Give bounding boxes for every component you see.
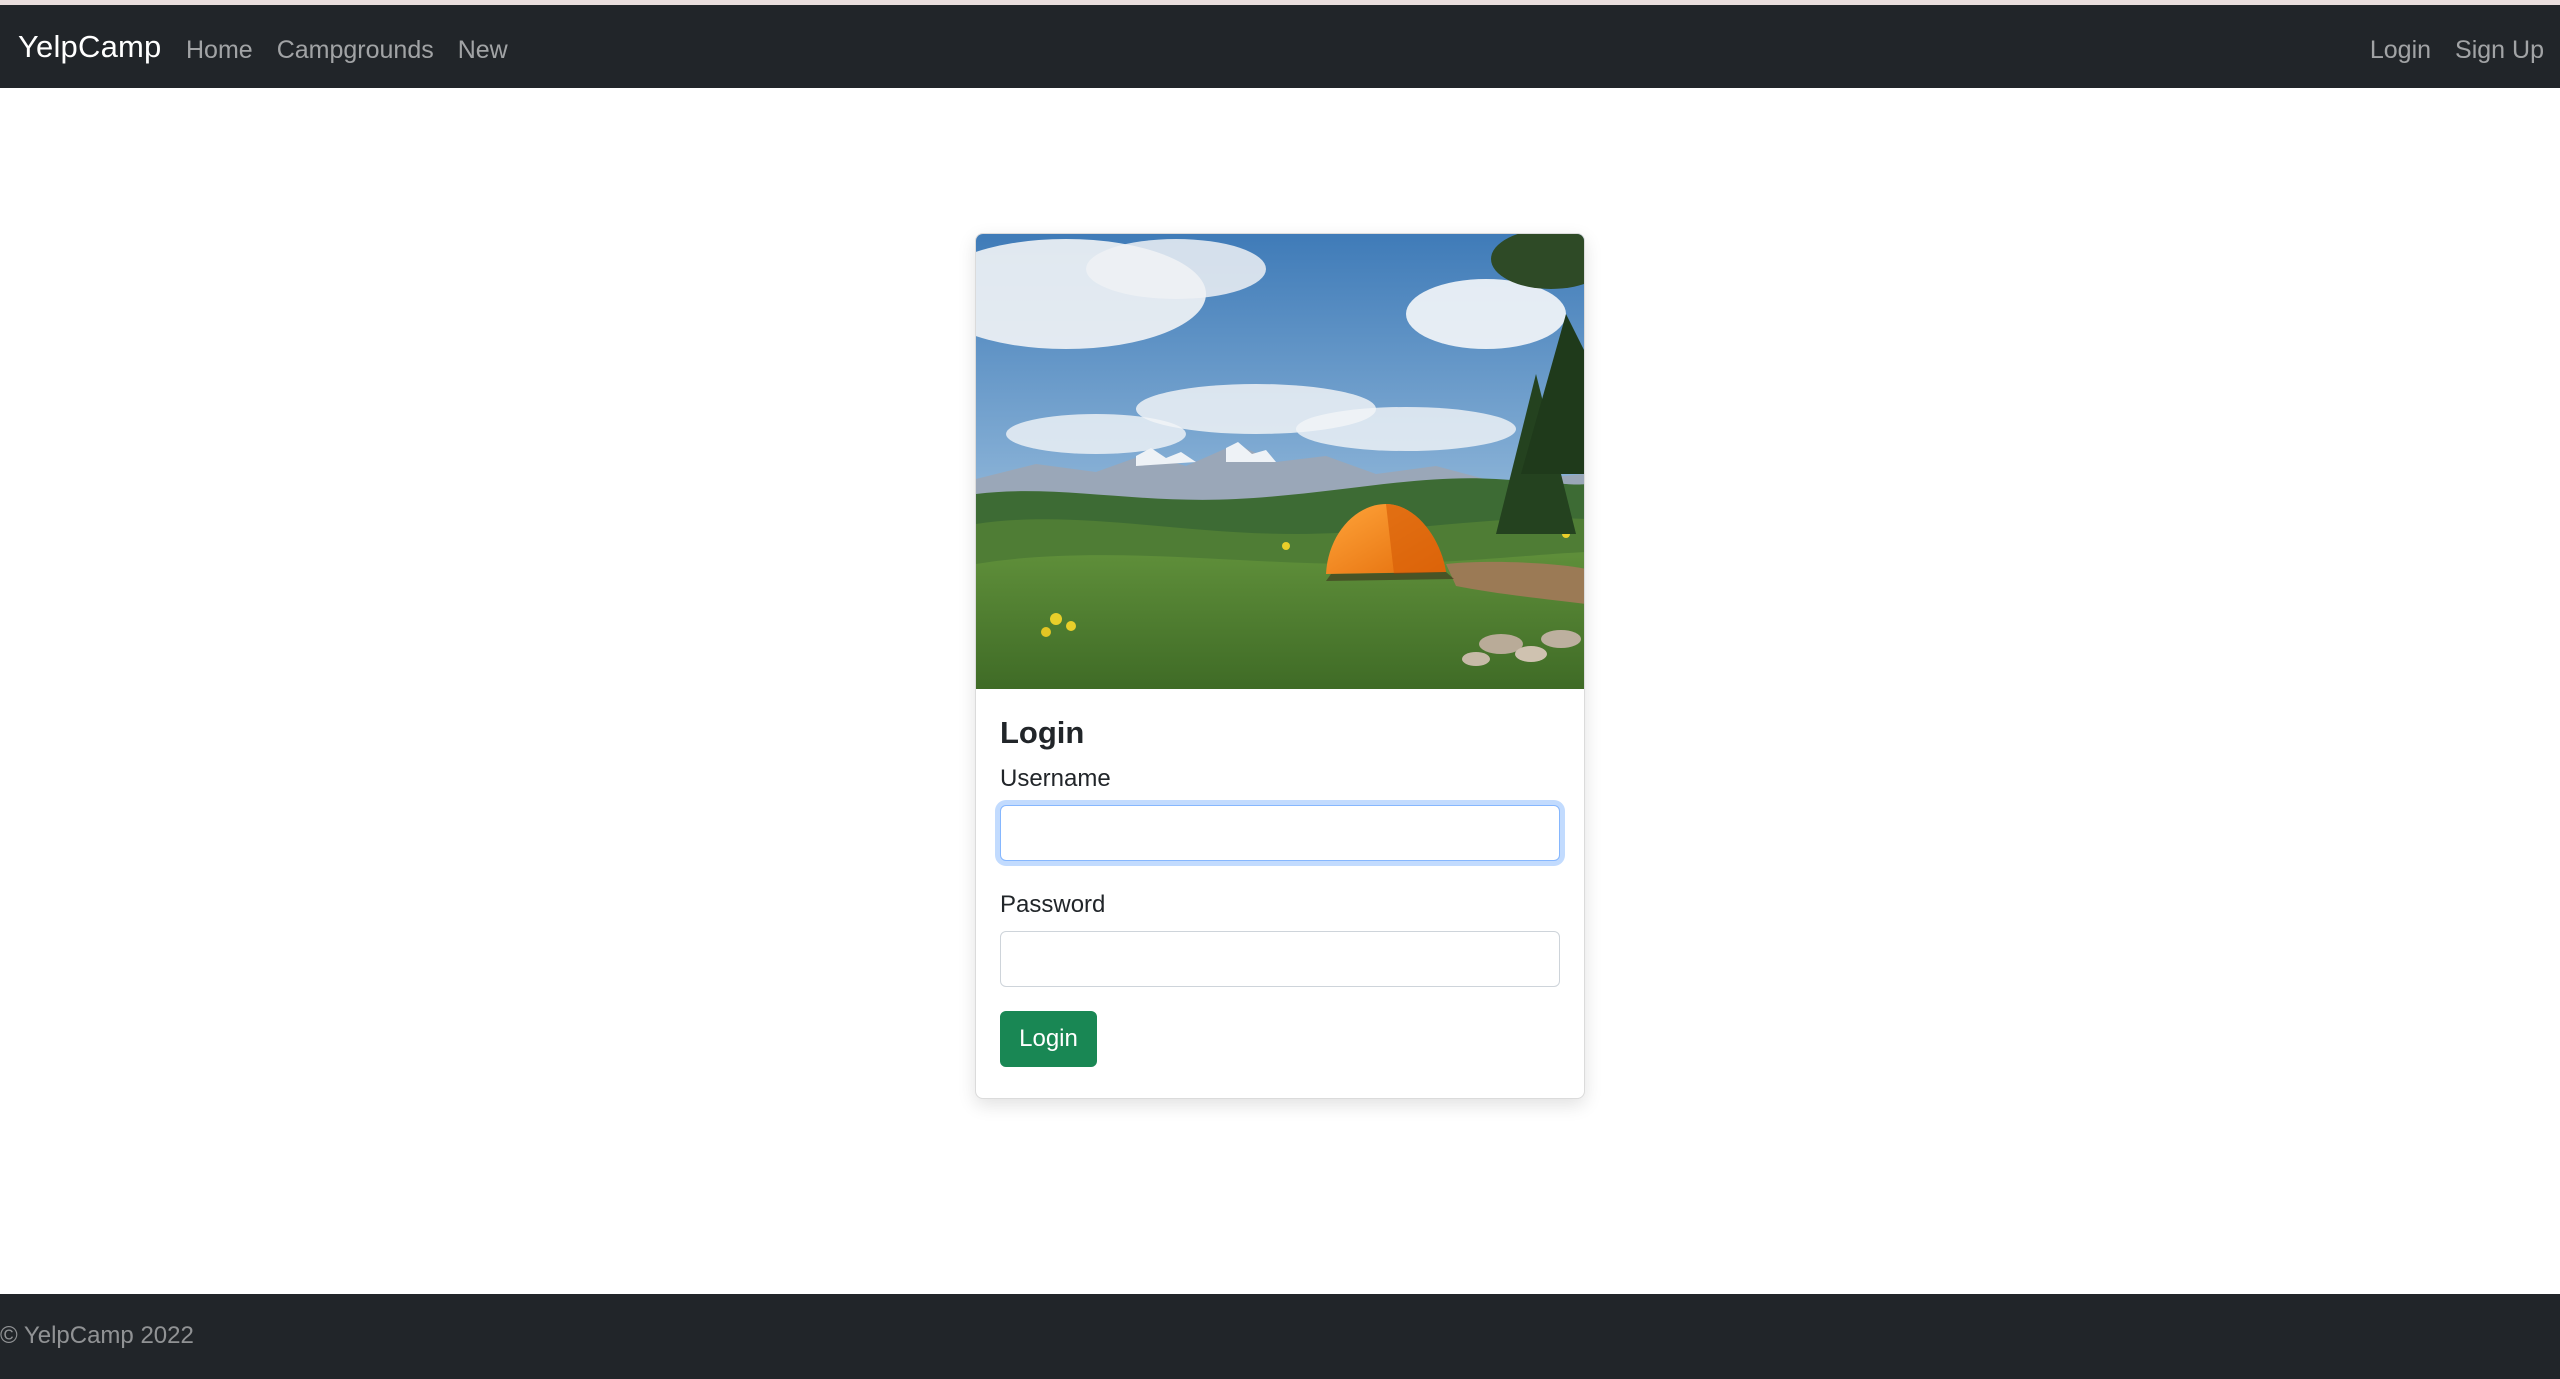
username-label: Username (1000, 765, 1111, 792)
username-input[interactable] (1000, 805, 1560, 861)
nav-link-sign-up[interactable]: Sign Up (2455, 36, 2544, 65)
navbar: YelpCamp Home Campgrounds New Login Sign… (0, 5, 2560, 88)
nav-link-new[interactable]: New (458, 36, 508, 65)
nav-link-login[interactable]: Login (2370, 36, 2431, 65)
nav-right-links: Login Sign Up (2370, 36, 2544, 65)
campsite-photo (976, 234, 1584, 689)
login-button[interactable]: Login (1000, 1011, 1097, 1067)
password-field-group: Password (1000, 891, 1560, 987)
footer-copyright: © YelpCamp 2022 (0, 1322, 194, 1349)
nav-link-home[interactable]: Home (186, 36, 253, 65)
main-content: Login Username Password Login © YelpCamp… (0, 88, 2560, 1379)
password-input[interactable] (1000, 931, 1560, 987)
login-title: Login (1000, 715, 1085, 750)
password-label: Password (1000, 891, 1106, 918)
username-field-group: Username (1000, 765, 1560, 861)
nav-link-campgrounds[interactable]: Campgrounds (277, 36, 434, 65)
login-form: Login Username Password Login (976, 689, 1584, 1067)
nav-left-links: Home Campgrounds New (186, 36, 508, 65)
footer: © YelpCamp 2022 (0, 1294, 2560, 1379)
login-card: Login Username Password Login (975, 233, 1585, 1099)
brand-logo-link[interactable]: YelpCamp (18, 29, 162, 65)
